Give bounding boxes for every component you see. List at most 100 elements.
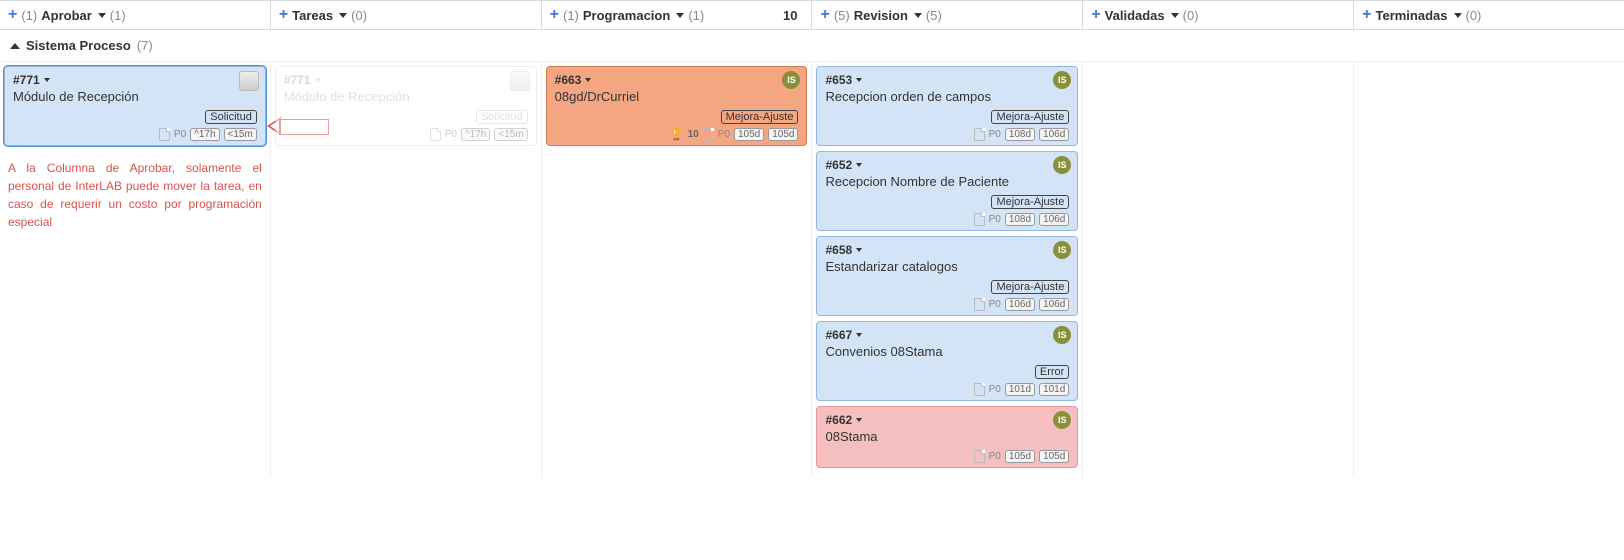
card-667[interactable]: IS #667 Convenios 08Stama Error P0101d10… — [816, 321, 1078, 401]
chevron-down-icon[interactable] — [856, 78, 862, 82]
chevron-down-icon[interactable] — [98, 13, 106, 18]
tag-solicitud: Solicitud — [476, 110, 528, 124]
column-header-programacion[interactable]: + (1) Programacion (1) 10 — [541, 1, 812, 29]
priority: P0 — [989, 214, 1001, 225]
time-estimate: ^17h — [461, 128, 490, 141]
column-card-count: (0) — [1183, 8, 1199, 23]
chevron-down-icon[interactable] — [856, 418, 862, 422]
column-header-aprobar[interactable]: + (1) Aprobar (1) — [0, 1, 270, 29]
time-a: 108d — [1005, 213, 1035, 226]
kanban-board: + (1) Aprobar (1) + Tareas (0) + (1) Pro… — [0, 0, 1624, 477]
chevron-down-icon[interactable] — [1171, 13, 1179, 18]
card-id: #771 — [13, 73, 40, 87]
add-icon[interactable]: + — [1362, 7, 1371, 23]
chevron-down-icon[interactable] — [339, 13, 347, 18]
time-estimate: ^17h — [190, 128, 219, 141]
time-b: 101d — [1039, 383, 1069, 396]
time-b: 106d — [1039, 298, 1069, 311]
add-icon[interactable]: + — [1091, 7, 1100, 23]
chevron-down-icon[interactable] — [1454, 13, 1462, 18]
card-title: Convenios 08Stama — [825, 344, 1069, 359]
priority: P0 — [989, 299, 1001, 310]
add-icon[interactable]: + — [550, 7, 559, 23]
priority: P0 — [445, 129, 457, 140]
collapse-icon[interactable] — [10, 43, 20, 49]
column-wip-count: (1) — [563, 8, 579, 23]
priority: P0 — [989, 384, 1001, 395]
column-title: Aprobar — [41, 8, 92, 23]
tag-mejora: Mejora-Ajuste — [991, 280, 1069, 294]
column-title: Tareas — [292, 8, 333, 23]
time-b: 105d — [1039, 450, 1069, 463]
column-header-validadas[interactable]: + Validadas (0) — [1082, 1, 1353, 29]
add-icon[interactable]: + — [279, 7, 288, 23]
chevron-down-icon[interactable] — [44, 78, 50, 82]
document-icon — [974, 128, 985, 141]
card-title: Recepcion Nombre de Paciente — [825, 174, 1069, 189]
time-a: 105d — [1005, 450, 1035, 463]
chevron-down-icon[interactable] — [856, 163, 862, 167]
time-a: 106d — [1005, 298, 1035, 311]
lane-aprobar: #771 Módulo de Recepción Solicitud P0 ^1… — [0, 62, 270, 477]
avatar-icon — [510, 71, 530, 91]
card-title: Estandarizar catalogos — [825, 259, 1069, 274]
add-icon[interactable]: + — [820, 7, 829, 23]
card-id: #653 — [825, 73, 852, 87]
priority: P0 — [174, 129, 186, 140]
time-b: 106d — [1039, 213, 1069, 226]
column-title: Programacion — [583, 8, 670, 23]
card-id: #652 — [825, 158, 852, 172]
document-icon — [159, 128, 170, 141]
chevron-down-icon — [315, 78, 321, 82]
chevron-down-icon[interactable] — [676, 13, 684, 18]
column-header-revision[interactable]: + (5) Revision (5) — [811, 1, 1082, 29]
swimlane-body: #771 Módulo de Recepción Solicitud P0 ^1… — [0, 62, 1624, 477]
chevron-down-icon[interactable] — [914, 13, 922, 18]
chevron-down-icon[interactable] — [585, 78, 591, 82]
time-spent: <15m — [224, 128, 257, 141]
card-title: 08Stama — [825, 429, 1069, 444]
card-771[interactable]: #771 Módulo de Recepción Solicitud P0 ^1… — [4, 66, 266, 146]
card-title: 08gd/DrCurriel — [555, 89, 799, 104]
chevron-down-icon[interactable] — [856, 248, 862, 252]
document-icon — [974, 213, 985, 226]
column-header-terminadas[interactable]: + Terminadas (0) — [1353, 1, 1624, 29]
lane-terminadas — [1353, 62, 1624, 477]
add-icon[interactable]: + — [8, 7, 17, 23]
column-card-count: (1) — [110, 8, 126, 23]
card-663[interactable]: IS #663 08gd/DrCurriel Mejora-Ajuste 🏆 1… — [546, 66, 808, 146]
document-icon — [974, 298, 985, 311]
column-wip-count: (5) — [834, 8, 850, 23]
card-title: Módulo de Recepción — [284, 89, 528, 104]
card-title: Módulo de Recepción — [13, 89, 257, 104]
column-title: Validadas — [1105, 8, 1165, 23]
card-653[interactable]: IS #653 Recepcion orden de campos Mejora… — [816, 66, 1078, 146]
tag-error: Error — [1035, 365, 1069, 379]
time-a: 108d — [1005, 128, 1035, 141]
card-id: #662 — [825, 413, 852, 427]
annotation-text: A la Columna de Aprobar, solamente el pe… — [4, 151, 266, 239]
avatar-icon — [239, 71, 259, 91]
card-id: #658 — [825, 243, 852, 257]
time-spent: 105d — [768, 128, 798, 141]
column-headers: + (1) Aprobar (1) + Tareas (0) + (1) Pro… — [0, 0, 1624, 30]
tag-mejora: Mejora-Ajuste — [721, 110, 799, 124]
lane-revision: IS #653 Recepcion orden de campos Mejora… — [811, 62, 1082, 477]
column-header-tareas[interactable]: + Tareas (0) — [270, 1, 541, 29]
column-title: Revision — [854, 8, 908, 23]
column-wip-count: (1) — [21, 8, 37, 23]
card-662[interactable]: IS #662 08Stama P0105d105d — [816, 406, 1078, 468]
swimlane-count: (7) — [137, 38, 153, 53]
time-spent: <15m — [494, 128, 527, 141]
lane-programacion: IS #663 08gd/DrCurriel Mejora-Ajuste 🏆 1… — [541, 62, 812, 477]
priority: P0 — [718, 129, 730, 140]
card-652[interactable]: IS #652 Recepcion Nombre de Paciente Mej… — [816, 151, 1078, 231]
card-title: Recepcion orden de campos — [825, 89, 1069, 104]
card-771-ghost[interactable]: #771 Módulo de Recepción Solicitud P0 ^1… — [275, 66, 537, 146]
trophy-icon: 🏆 — [670, 128, 684, 141]
column-points: 10 — [777, 8, 803, 23]
swimlane-header[interactable]: Sistema Proceso (7) — [0, 30, 1624, 62]
card-658[interactable]: IS #658 Estandarizar catalogos Mejora-Aj… — [816, 236, 1078, 316]
tag-mejora: Mejora-Ajuste — [991, 110, 1069, 124]
chevron-down-icon[interactable] — [856, 333, 862, 337]
